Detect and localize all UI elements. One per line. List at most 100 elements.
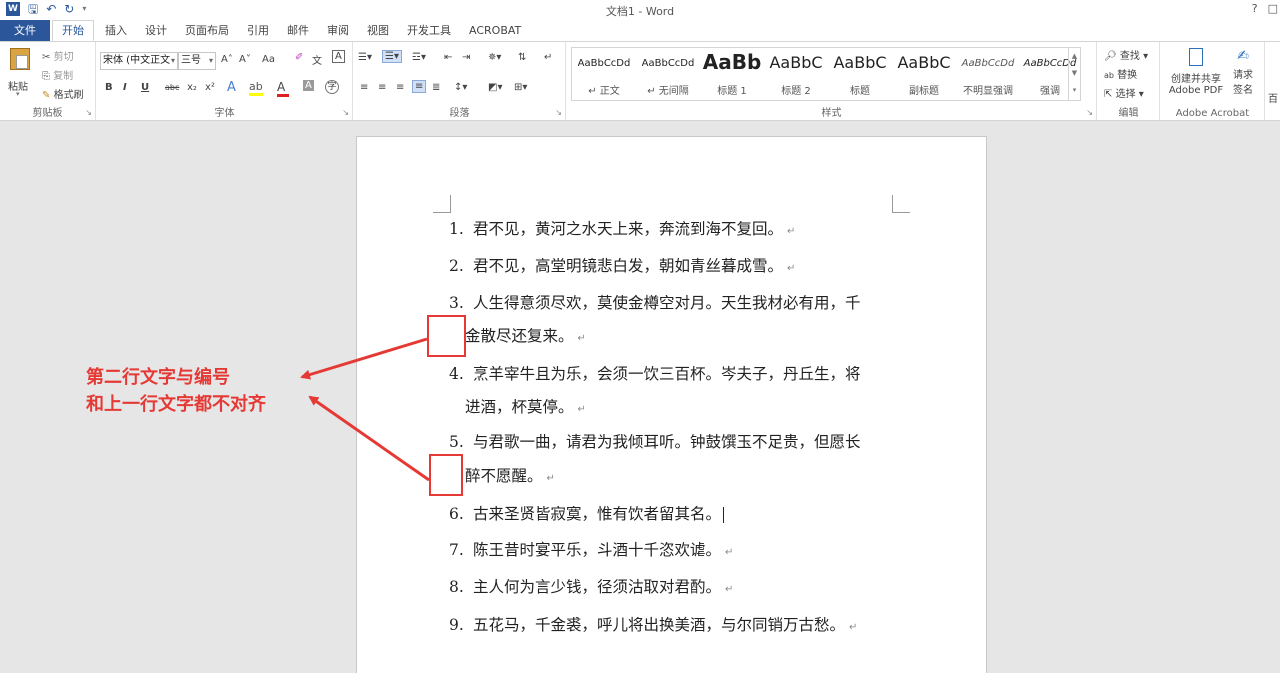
underline-button[interactable]: U (141, 82, 149, 93)
sort-icon[interactable]: ⇅ (518, 52, 526, 63)
line-spacing-icon[interactable]: ↕▾ (454, 82, 467, 93)
request-signature-button[interactable]: ✍ 请求 签名 (1227, 48, 1259, 104)
font-size-select[interactable]: 三号 ▾ (178, 52, 216, 70)
list-item-continuation[interactable]: 进酒，杯莫停。 ↵ (465, 391, 915, 426)
style-name: 标题 1 (717, 86, 747, 97)
style-no-spacing[interactable]: AaBbCcDd ↵ 无间隔 (636, 48, 700, 100)
clipboard-launcher-icon[interactable]: ↘ (85, 108, 92, 117)
clipboard-icon (10, 48, 30, 70)
create-share-pdf-button[interactable]: 创建并共享 Adobe PDF (1165, 48, 1227, 104)
align-center-icon[interactable]: ≡ (378, 82, 386, 93)
overflow-button[interactable]: 百 (1268, 90, 1278, 105)
strikethrough-button[interactable]: abc (165, 83, 179, 92)
clear-format-icon[interactable]: ✐ (295, 52, 303, 63)
list-item[interactable]: 3. 人生得意须尽欢，莫使金樽空对月。天生我材必有用，千 (449, 287, 899, 320)
list-item[interactable]: 2. 君不见，高堂明镜悲白发，朝如青丝暮成雪。 ↵ (449, 250, 899, 285)
paste-button[interactable]: 粘贴 ▾ (6, 48, 36, 98)
styles-launcher-icon[interactable]: ↘ (1086, 108, 1093, 117)
text-effects-icon[interactable]: A (227, 80, 236, 95)
replace-label: 替换 (1117, 70, 1138, 81)
shrink-font-button[interactable]: A˅ (239, 54, 251, 65)
style-heading-2[interactable]: AaBbC 标题 2 (764, 48, 828, 100)
find-button[interactable]: 🔎︎ 查找 ▾ (1104, 47, 1148, 62)
multilevel-list-icon[interactable]: ☲▾ (412, 52, 426, 63)
highlight-box-line5 (429, 454, 463, 496)
numbering-icon[interactable]: ☰▾ (382, 50, 402, 63)
bold-button[interactable]: B (105, 82, 113, 93)
list-item[interactable]: 7. 陈王昔时宴平乐，斗酒十千恣欢谑。 ↵ (449, 534, 899, 569)
superscript-button[interactable]: x² (205, 82, 215, 93)
help-button[interactable]: ? (1252, 2, 1258, 15)
tab-review[interactable]: 审阅 (318, 20, 358, 41)
character-border-icon[interactable]: A (332, 50, 345, 63)
scroll-down-icon[interactable]: ▼ (1069, 65, 1080, 82)
format-painter-button[interactable]: ✎ 格式刷 (42, 86, 84, 101)
paste-dropdown-icon[interactable]: ▾ (16, 90, 20, 98)
list-item[interactable]: 5. 与君歌一曲，请君为我倾耳听。钟鼓馔玉不足贵，但愿长 (449, 426, 899, 459)
decrease-indent-icon[interactable]: ⇤ (444, 52, 452, 63)
tab-developer[interactable]: 开发工具 (398, 20, 460, 41)
list-item[interactable]: 6. 古来圣贤皆寂寞，惟有饮者留其名。 (449, 498, 899, 531)
tab-acrobat[interactable]: ACROBAT (460, 20, 530, 41)
justify-icon[interactable]: ≡ (412, 80, 427, 93)
list-item[interactable]: 4. 烹羊宰牛且为乐，会须一饮三百杯。岑夫子，丹丘生，将 (449, 358, 899, 391)
tab-file[interactable]: 文件 (0, 20, 50, 41)
style-title[interactable]: AaBbC 标题 (828, 48, 892, 100)
font-launcher-icon[interactable]: ↘ (342, 108, 349, 117)
gallery-scroll[interactable]: ▲ ▼ ▾ (1068, 48, 1080, 100)
scroll-up-icon[interactable]: ▲ (1069, 48, 1080, 65)
character-shading-icon[interactable]: A (303, 80, 314, 91)
tab-view[interactable]: 视图 (358, 20, 398, 41)
list-item[interactable]: 9. 五花马，千金裘，呼儿将出换美酒，与尔同销万古愁。 ↵ (449, 609, 899, 644)
style-subtitle[interactable]: AaBbC 副标题 (892, 48, 956, 100)
list-item-continuation[interactable]: 金散尽还复来。 ↵ (465, 320, 915, 355)
tab-references[interactable]: 引用 (238, 20, 278, 41)
paragraph-mark-icon: ↵ (725, 584, 734, 595)
select-button[interactable]: ⇱ 选择 ▾ (1104, 85, 1144, 100)
style-heading-1[interactable]: AaBb 标题 1 (700, 48, 764, 100)
style-name: ↵ 无间隔 (647, 86, 689, 97)
list-item[interactable]: 1. 君不见，黄河之水天上来，奔流到海不复回。 ↵ (449, 213, 899, 248)
show-marks-icon[interactable]: ↵ (544, 52, 552, 63)
bullets-icon[interactable]: ☰▾ (358, 52, 372, 63)
subscript-button[interactable]: x₂ (187, 82, 197, 93)
align-right-icon[interactable]: ≡ (396, 82, 404, 93)
change-case-button[interactable]: Aa (262, 54, 275, 65)
find-label: 查找 (1119, 51, 1140, 62)
cut-button[interactable]: ✂ 剪切 (42, 48, 74, 63)
distributed-icon[interactable]: ≣ (432, 82, 440, 93)
tab-page-layout[interactable]: 页面布局 (176, 20, 238, 41)
list-item[interactable]: 8. 主人何为言少钱，径须沽取对君酌。 ↵ (449, 571, 899, 606)
paragraph-launcher-icon[interactable]: ↘ (555, 108, 562, 117)
style-normal[interactable]: AaBbCcDd ↵ 正文 (572, 48, 636, 100)
grow-font-button[interactable]: A˄ (221, 54, 233, 65)
ribbon-display-button[interactable]: □ (1268, 2, 1278, 15)
asian-layout-icon[interactable]: ✵▾ (488, 52, 501, 63)
list-item-continuation[interactable]: 醉不愿醒。 ↵ (465, 460, 915, 495)
style-subtle-emphasis[interactable]: AaBbCcDd 不明显强调 (956, 48, 1020, 100)
gallery-more-icon[interactable]: ▾ (1069, 82, 1080, 99)
style-name: 标题 (850, 86, 870, 97)
font-color-icon[interactable]: A (277, 80, 289, 97)
document-page[interactable]: 1. 君不见，黄河之水天上来，奔流到海不复回。 ↵ 2. 君不见，高堂明镜悲白发，朝如… (356, 136, 987, 673)
phonetic-guide-icon[interactable]: 文 (312, 52, 322, 67)
tab-mailings[interactable]: 邮件 (278, 20, 318, 41)
acrobat-group: 创建并共享 Adobe PDF ✍ 请求 签名 Adobe Acrobat (1161, 42, 1265, 120)
italic-button[interactable]: I (123, 82, 127, 93)
paragraph-mark-icon: ↵ (787, 263, 796, 274)
tab-insert[interactable]: 插入 (96, 20, 136, 41)
borders-icon[interactable]: ⊞▾ (514, 82, 527, 93)
chevron-down-icon: ▾ (208, 56, 213, 65)
shading-icon[interactable]: ◩▾ (488, 82, 502, 93)
replace-button[interactable]: ab 替换 (1104, 66, 1137, 81)
highlight-icon[interactable]: ab (249, 80, 263, 96)
copy-button[interactable]: ⎘ 复制 (42, 67, 73, 82)
align-left-icon[interactable]: ≡ (360, 82, 368, 93)
replace-icon: ab (1104, 71, 1114, 80)
increase-indent-icon[interactable]: ⇥ (462, 52, 470, 63)
tab-design[interactable]: 设计 (136, 20, 176, 41)
tab-home[interactable]: 开始 (52, 20, 94, 41)
enclose-character-icon[interactable]: 字 (325, 80, 339, 94)
font-name-select[interactable]: 宋体 (中文正文 ▾ (100, 52, 178, 70)
list-number: 7. (449, 541, 464, 559)
